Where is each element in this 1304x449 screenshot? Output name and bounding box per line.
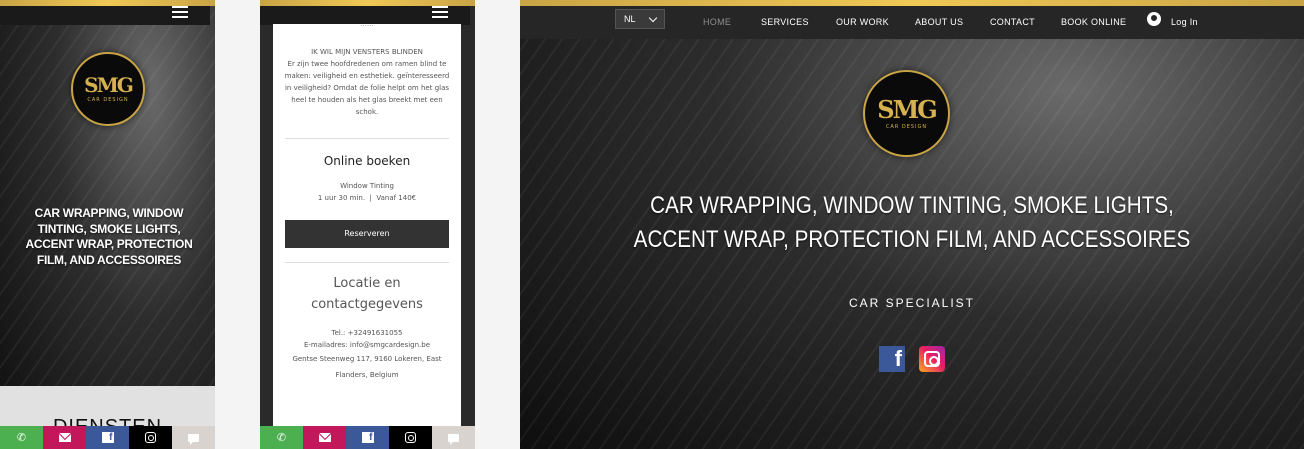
booking-separator: | — [369, 194, 372, 202]
booking-title: Online boeken — [323, 154, 411, 168]
chat-icon — [448, 433, 459, 445]
mail-icon — [58, 433, 71, 442]
headline-line-1: CAR WRAPPING, WINDOW TINTING, SMOKE LIGH… — [650, 192, 1174, 219]
facebook-button[interactable]: f — [346, 426, 389, 449]
nav-contact[interactable]: CONTACT — [990, 17, 1035, 27]
phone-icon: ✆ — [276, 431, 287, 444]
content-card: ...... IK WIL MIJN VENSTERS BLINDEN Er z… — [273, 24, 461, 432]
logo-mark: SMG — [877, 94, 937, 124]
phone-icon: ✆ — [16, 431, 27, 444]
logo-mark: SMG — [84, 73, 134, 97]
login-link[interactable]: Log In — [1171, 17, 1198, 27]
desktop-nav-bar: NL HOME SERVICES OUR WORK ABOUT US CONTA… — [520, 6, 1304, 39]
smg-logo[interactable]: SMG CAR DESIGN — [71, 52, 145, 126]
facebook-icon: f — [101, 432, 114, 443]
nav-services[interactable]: SERVICES — [761, 17, 809, 27]
nav-our-work[interactable]: OUR WORK — [836, 17, 889, 27]
instagram-button[interactable] — [389, 426, 432, 449]
hamburger-menu-icon[interactable] — [432, 6, 448, 18]
booking-details: 1 uur 30 min. | Vanaf 140€ — [273, 192, 461, 204]
email-button[interactable] — [43, 426, 86, 449]
window-tinting-body: Er zijn twee hoofdredenen om ramen blind… — [284, 60, 450, 116]
mobile-headline: CAR WRAPPING, WINDOW TINTING, SMOKE LIGH… — [25, 206, 193, 267]
instagram-button[interactable] — [129, 426, 172, 449]
desktop-hero-screen: NL HOME SERVICES OUR WORK ABOUT US CONTA… — [520, 0, 1304, 449]
tagline: CAR SPECIALIST — [848, 296, 976, 310]
language-value: NL — [624, 14, 636, 24]
nav-home[interactable]: HOME — [703, 17, 731, 27]
window-tinting-heading: IK WIL MIJN VENSTERS BLINDEN — [311, 48, 423, 56]
mobile-hero-screen: SMG CAR DESIGN CAR WRAPPING, WINDOW TINT… — [0, 0, 215, 449]
contact-address: Gentse Steenweg 117, 9160 Lokeren, East … — [292, 355, 442, 379]
phone-button[interactable]: ✆ — [260, 426, 303, 449]
mail-icon — [318, 433, 331, 442]
booking-duration: 1 uur 30 min. — [317, 194, 366, 202]
user-avatar-icon[interactable] — [1147, 12, 1161, 26]
chat-button[interactable] — [432, 426, 475, 449]
email-button[interactable] — [303, 426, 346, 449]
divider — [285, 138, 449, 139]
phone-button[interactable]: ✆ — [0, 426, 43, 449]
language-select[interactable]: NL — [615, 9, 665, 29]
facebook-button[interactable]: f — [86, 426, 129, 449]
reserve-button[interactable]: Reserveren — [285, 220, 449, 248]
logo-subtitle: CAR DESIGN — [87, 97, 129, 103]
smg-logo[interactable]: SMG CAR DESIGN — [863, 70, 950, 157]
divider — [285, 262, 449, 263]
headline-line-2: ACCENT WRAP, PROTECTION FILM, AND ACCESS… — [633, 226, 1191, 253]
chat-button[interactable] — [172, 426, 215, 449]
cut-text: ...... — [360, 24, 374, 28]
chevron-down-icon — [648, 13, 658, 23]
facebook-icon: f — [361, 432, 374, 443]
logo-subtitle: CAR DESIGN — [885, 123, 928, 130]
instagram-icon — [405, 432, 416, 443]
facebook-icon[interactable]: f — [879, 346, 905, 372]
booking-price: Vanaf 140€ — [376, 194, 417, 202]
instagram-icon — [145, 432, 156, 443]
instagram-icon[interactable] — [919, 346, 945, 372]
nav-book-online[interactable]: BOOK ONLINE — [1061, 17, 1126, 27]
desktop-headline: CAR WRAPPING, WINDOW TINTING, SMOKE LIGH… — [626, 189, 1197, 257]
mobile-action-bar: ✆ f — [260, 426, 475, 449]
nav-about-us[interactable]: ABOUT US — [915, 17, 963, 27]
contact-email[interactable]: E-mailadres: info@smgcardesign.be — [273, 339, 461, 351]
chat-icon — [188, 433, 199, 445]
contact-phone[interactable]: Tel.: +32491631055 — [273, 327, 461, 339]
hamburger-menu-icon[interactable] — [172, 6, 188, 18]
mobile-action-bar: ✆ f — [0, 426, 215, 449]
contact-title: Locatie en contactgegevens — [311, 276, 423, 312]
booking-service: Window Tinting — [340, 182, 394, 190]
